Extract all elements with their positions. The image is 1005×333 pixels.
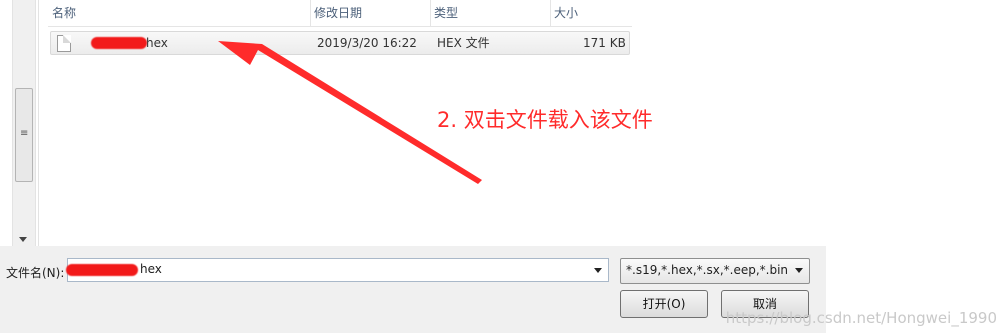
open-button[interactable]: 打开(O) [620,290,708,318]
filename-input[interactable]: hex [66,258,609,282]
filetype-select[interactable]: *.s19,*.hex,*.sx,*.eep,*.bin [620,258,810,284]
watermark: https://blog.csdn.net/Hongwei_1990 [725,309,997,327]
annotation-text: 2. 双击文件载入该文件 [437,108,653,132]
chevron-down-icon[interactable] [795,268,803,273]
filename-value: hex [140,262,162,276]
filename-label: 文件名(N): [6,266,65,280]
chevron-down-icon[interactable] [594,268,602,273]
dialog-bottom-bar: 文件名(N): hex *.s19,*.hex,*.sx,*.eep,*.bin… [0,246,826,333]
filetype-value: *.s19,*.hex,*.sx,*.eep,*.bin [626,263,789,277]
redaction-mark [66,264,138,276]
